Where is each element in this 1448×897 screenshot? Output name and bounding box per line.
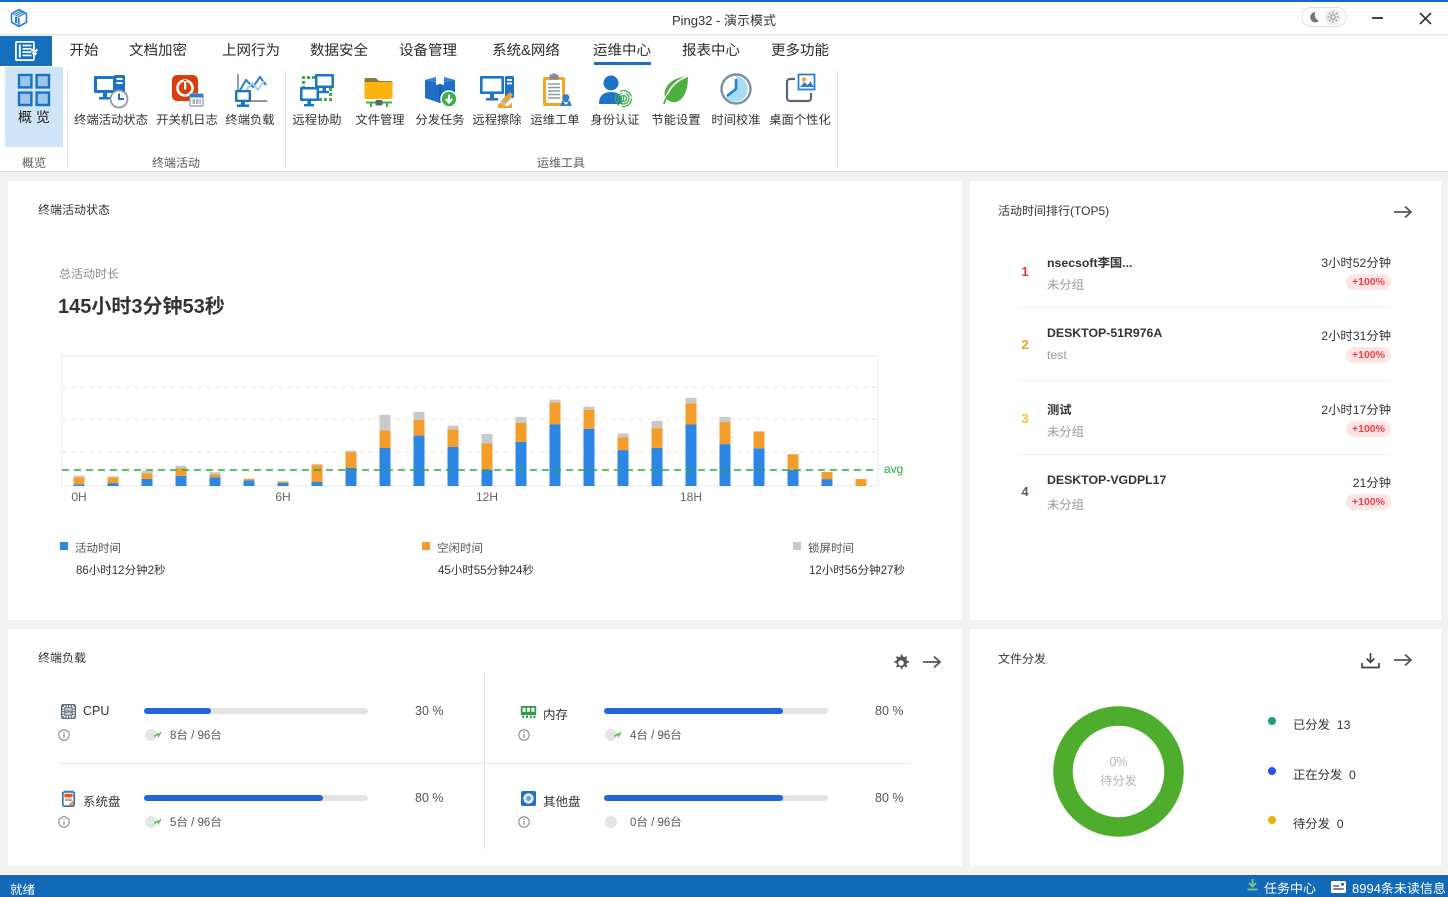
svg-text:CPU: CPU [65,710,73,714]
svg-text:SSD: SSD [65,798,73,802]
